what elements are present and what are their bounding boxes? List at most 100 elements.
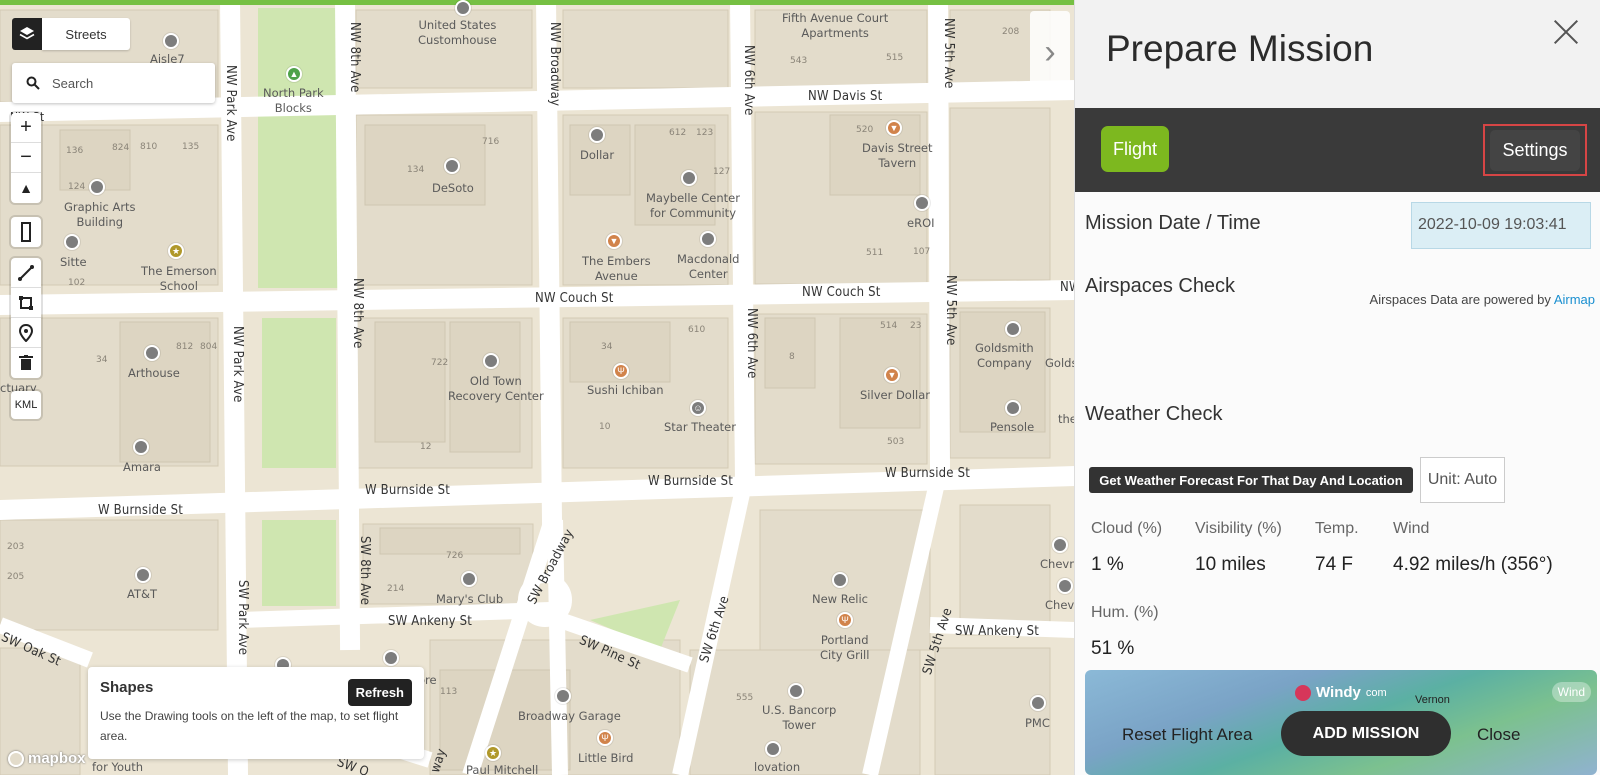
ruler-control bbox=[11, 217, 41, 247]
poi-label: Golds bbox=[1045, 356, 1075, 370]
poi-marker-icon[interactable] bbox=[788, 683, 804, 699]
building-number: 8 bbox=[789, 352, 795, 362]
compass-button[interactable]: ▲ bbox=[11, 173, 41, 203]
poi-label: Pensole bbox=[990, 420, 1035, 434]
draw-point-button[interactable] bbox=[11, 318, 41, 348]
wind-value: 4.92 miles/h (356°) bbox=[1393, 554, 1553, 575]
poi-label: Dollar bbox=[580, 148, 615, 162]
mission-date-field[interactable]: 2022-10-09 19:03:41 bbox=[1411, 202, 1591, 249]
refresh-button[interactable]: Refresh bbox=[347, 679, 412, 706]
theater-marker-icon[interactable]: ☺ bbox=[690, 400, 706, 416]
poi-marker-icon[interactable] bbox=[444, 158, 460, 174]
building-number: 12 bbox=[420, 442, 432, 452]
poi-marker-icon[interactable] bbox=[133, 439, 149, 455]
visibility-header: Visibility (%) bbox=[1195, 520, 1282, 537]
add-mission-button[interactable]: ADD MISSION bbox=[1281, 711, 1451, 756]
poi-marker-icon[interactable] bbox=[483, 353, 499, 369]
bar-marker-icon[interactable]: ▼ bbox=[886, 120, 902, 136]
restaurant-marker-icon[interactable]: Ψ bbox=[613, 363, 629, 379]
street-label: NW Davis St bbox=[808, 89, 883, 104]
unit-select[interactable]: Unit: Auto bbox=[1420, 457, 1505, 503]
fuel-marker-icon[interactable] bbox=[1052, 537, 1068, 553]
layers-button[interactable] bbox=[12, 18, 42, 50]
map-canvas[interactable]: NW Davis St NW Couch St NW Couch St NW W… bbox=[0, 0, 1075, 775]
panel-title: Prepare Mission bbox=[1106, 28, 1374, 69]
school-marker-icon[interactable]: ★ bbox=[485, 745, 501, 761]
kml-button[interactable]: KML bbox=[11, 391, 41, 419]
poi-marker-icon[interactable] bbox=[914, 195, 930, 211]
map-style-button[interactable]: Streets bbox=[42, 18, 130, 50]
street-label: W Burnside St bbox=[648, 474, 733, 489]
building-number: 804 bbox=[200, 342, 218, 352]
measure-button[interactable] bbox=[11, 217, 41, 247]
tab-flight[interactable]: Flight bbox=[1101, 126, 1169, 172]
poi-marker-icon[interactable] bbox=[455, 0, 471, 16]
shapes-info-box: Shapes Refresh Use the Drawing tools on … bbox=[88, 667, 424, 759]
mapbox-logo[interactable]: mapbox bbox=[8, 750, 86, 767]
street-label: W Burnside St bbox=[98, 503, 183, 518]
panel-tab-bar: Flight Settings bbox=[1075, 108, 1600, 192]
panel-body: Mission Date / Time 2022-10-09 19:03:41 … bbox=[1075, 192, 1600, 775]
mission-date-label: Mission Date / Time bbox=[1085, 212, 1261, 234]
restaurant-marker-icon[interactable]: Ψ bbox=[837, 612, 853, 628]
map-search-box[interactable] bbox=[12, 63, 215, 103]
poi-marker-icon[interactable] bbox=[163, 33, 179, 49]
get-weather-button[interactable]: Get Weather Forecast For That Day And Lo… bbox=[1089, 467, 1413, 493]
parking-marker-icon[interactable] bbox=[383, 650, 399, 666]
delete-shape-button[interactable] bbox=[11, 348, 41, 378]
street-label: SW 8th Ave bbox=[357, 536, 372, 606]
draw-line-button[interactable] bbox=[11, 258, 41, 288]
bar-marker-icon[interactable]: ▼ bbox=[884, 367, 900, 383]
restaurant-marker-icon[interactable]: Ψ bbox=[597, 730, 613, 746]
temp-value: 74 F bbox=[1315, 554, 1354, 575]
poi-marker-icon[interactable] bbox=[1030, 695, 1046, 711]
building-number: 34 bbox=[96, 355, 108, 365]
reset-flight-area-button[interactable]: Reset Flight Area bbox=[1122, 725, 1252, 745]
street-label: W Burnside St bbox=[365, 483, 450, 498]
windy-logo: Windy com bbox=[1295, 684, 1387, 701]
poi-label: DeSoto bbox=[432, 181, 474, 195]
poi-label: Chevr bbox=[1045, 598, 1075, 612]
poi-label: U.S. Bancorp Tower bbox=[762, 703, 837, 732]
poi-marker-icon[interactable] bbox=[589, 127, 605, 143]
building-number: 134 bbox=[407, 165, 425, 175]
draw-polygon-button[interactable] bbox=[11, 288, 41, 318]
poi-marker-icon[interactable] bbox=[555, 688, 571, 704]
park-marker-icon[interactable]: ▲ bbox=[286, 66, 302, 82]
poi-label: Maybelle Center for Community bbox=[646, 191, 740, 220]
shop-marker-icon[interactable] bbox=[1057, 578, 1073, 594]
poi-label: for Youth bbox=[92, 760, 144, 774]
poi-marker-icon[interactable] bbox=[89, 179, 105, 195]
ruler-icon bbox=[21, 222, 31, 242]
close-button[interactable]: Close bbox=[1477, 725, 1520, 745]
poi-marker-icon[interactable] bbox=[832, 572, 848, 588]
school-marker-icon[interactable]: ★ bbox=[168, 243, 184, 259]
building-number: 34 bbox=[601, 342, 613, 352]
bar-marker-icon[interactable]: ▼ bbox=[606, 233, 622, 249]
street-label: NW Couch St bbox=[535, 291, 614, 306]
poi-marker-icon[interactable] bbox=[700, 231, 716, 247]
building-number: 214 bbox=[387, 584, 405, 594]
poi-marker-icon[interactable] bbox=[1005, 321, 1021, 337]
airspaces-note-text: Airspaces Data are powered by bbox=[1369, 292, 1554, 307]
poi-marker-icon[interactable] bbox=[64, 234, 80, 250]
collapse-panel-button[interactable]: › bbox=[1030, 11, 1070, 93]
poi-marker-icon[interactable] bbox=[681, 170, 697, 186]
tab-settings[interactable]: Settings bbox=[1483, 124, 1587, 176]
building-number: 722 bbox=[431, 358, 449, 368]
airmap-link[interactable]: Airmap bbox=[1554, 292, 1595, 307]
zoom-in-button[interactable]: + bbox=[11, 113, 41, 143]
zoom-out-button[interactable]: − bbox=[11, 143, 41, 173]
close-icon[interactable] bbox=[1550, 16, 1582, 48]
poi-marker-icon[interactable] bbox=[1005, 400, 1021, 416]
poi-marker-icon[interactable] bbox=[461, 571, 477, 587]
building-number: 135 bbox=[182, 142, 200, 152]
map-search-input[interactable] bbox=[52, 75, 202, 91]
poi-marker-icon[interactable] bbox=[135, 567, 151, 583]
windy-wind-badge[interactable]: Wind bbox=[1551, 682, 1591, 702]
street-label: NW Park Ave bbox=[223, 65, 238, 142]
poi-marker-icon[interactable] bbox=[144, 345, 160, 361]
street-label: NW 6th Ave bbox=[744, 308, 759, 379]
poi-label: Arthouse bbox=[128, 366, 180, 380]
poi-marker-icon[interactable] bbox=[765, 741, 781, 757]
